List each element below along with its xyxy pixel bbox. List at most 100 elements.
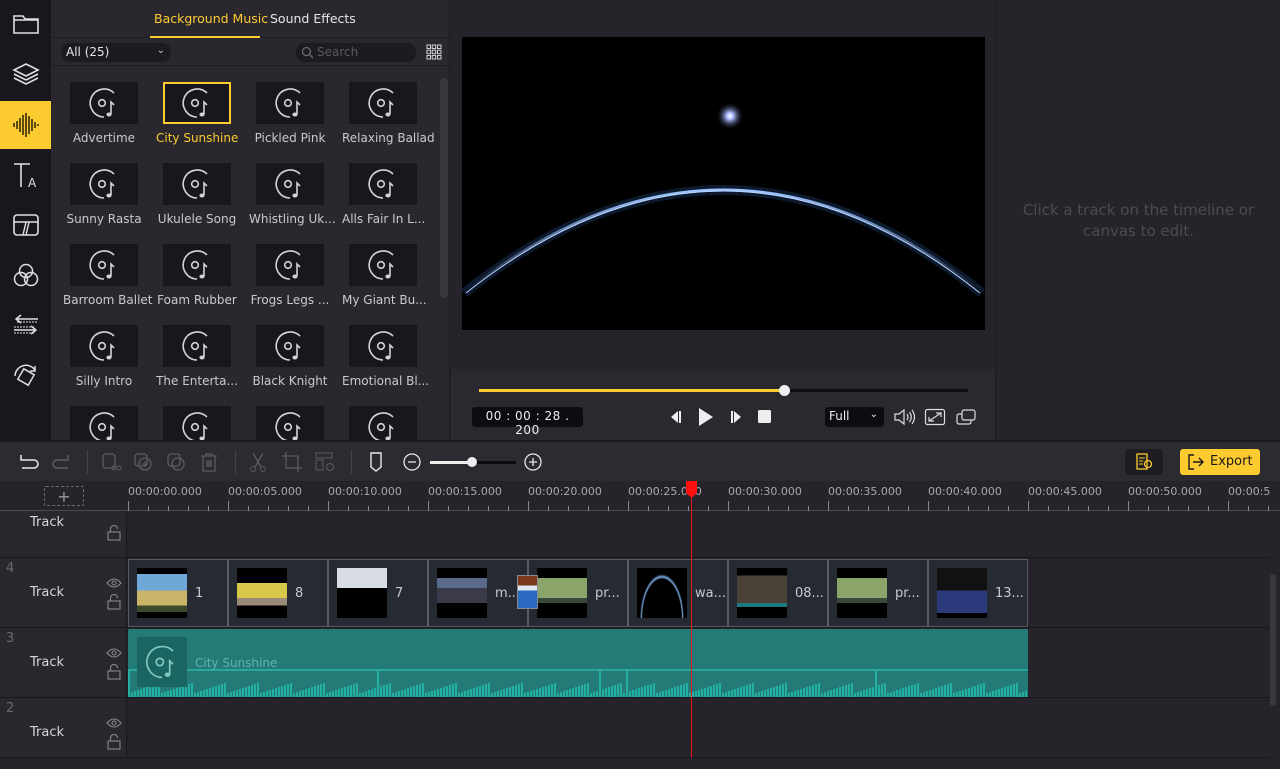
music-item[interactable]: Barroom Ballet [63,244,153,314]
next-frame-icon[interactable] [729,409,743,425]
track-header[interactable]: Track [0,511,127,558]
duplicate-icon[interactable] [132,451,154,473]
video-clip[interactable]: m... [428,559,528,627]
video-clip[interactable]: 08... [728,559,828,627]
track-lane[interactable] [128,698,1270,758]
zoom-in-icon[interactable] [522,451,544,473]
tab-background-music[interactable]: Background Music [154,11,268,26]
video-clip[interactable]: 1 [128,559,228,627]
redo-icon[interactable] [50,451,72,473]
lock-icon[interactable] [107,663,121,684]
music-item[interactable] [156,406,238,440]
clip-settings-icon[interactable] [314,451,336,473]
detach-preview-icon[interactable] [955,408,977,426]
zoom-slider-handle[interactable] [467,457,478,467]
music-item[interactable]: Whistling Uk... [249,163,336,233]
music-item[interactable]: Foam Rubber [156,244,238,314]
music-item[interactable]: Silly Intro [63,325,145,395]
music-item[interactable]: Emotional Bl... [342,325,429,395]
preview-quality-dropdown[interactable]: Full ⌄ [825,407,884,427]
search-input[interactable]: Search [296,43,416,62]
video-clip[interactable]: pr... [528,559,628,627]
export-button[interactable]: Export [1180,449,1260,475]
previous-frame-icon[interactable] [669,409,683,425]
transitions-icon [13,314,38,335]
clip-thumbnail [737,568,787,618]
ruler-tick [228,501,229,511]
track-lane[interactable]: City Sunshine [128,628,1270,698]
split-clip-icon[interactable] [100,451,122,473]
music-disc-icon [89,169,115,199]
music-item[interactable]: My Giant Bu... [342,244,427,314]
grid-view-icon[interactable] [426,44,442,60]
nav-media[interactable] [0,0,51,48]
copy-icon[interactable] [165,451,187,473]
audio-clip-thumbnail [137,637,187,687]
music-item[interactable]: Frogs Legs ... [249,244,331,314]
eye-icon[interactable] [106,643,122,662]
music-disc-icon [89,88,115,118]
nav-overlays[interactable] [0,201,51,249]
music-item[interactable]: Pickled Pink [249,82,331,152]
track-header[interactable]: 4 Track [0,558,127,628]
timeline-zoom-slider[interactable] [430,457,516,467]
music-item[interactable] [342,406,424,440]
music-item[interactable]: Sunny Rasta [63,163,145,233]
transition-marker[interactable] [517,575,538,609]
track-header[interactable]: 2 Track [0,698,127,758]
nav-filters[interactable] [0,251,51,299]
undo-icon[interactable] [17,451,39,473]
music-item[interactable]: The Enterta... [156,325,238,395]
music-item[interactable]: Ukulele Song [156,163,238,233]
music-item[interactable]: Black Knight [249,325,331,395]
track-lane[interactable]: 1 8 7 m... pr... wa... 08... pr... 13... [128,558,1270,628]
nav-text[interactable]: A [0,151,51,199]
library-scrollbar[interactable] [440,78,448,298]
ruler-ticks[interactable]: 00:00:00.000 00:00:05.000 00:00:10.000 00:0… [128,481,1270,511]
lock-icon[interactable] [107,524,121,545]
lock-icon[interactable] [107,593,121,614]
music-item[interactable]: Alls Fair In L... [342,163,425,233]
add-track-button[interactable]: + [44,486,84,506]
track-header[interactable]: 3 Track [0,628,127,698]
stop-icon[interactable] [757,409,772,425]
volume-icon[interactable] [893,408,915,426]
nav-layers[interactable] [0,50,51,98]
seek-bar[interactable] [479,385,968,396]
seek-bar-handle[interactable] [779,385,791,396]
video-clip[interactable]: pr... [828,559,928,627]
tab-sound-effects[interactable]: Sound Effects [270,11,356,26]
export-settings-button[interactable] [1125,449,1163,475]
category-filter-dropdown[interactable]: All (25) ⌄ [61,43,171,62]
video-clip[interactable]: 13... [928,559,1028,627]
timeline-ruler[interactable]: + 00:00:00.000 00:00:05.000 00:00:10.000 00… [0,481,1280,511]
video-canvas[interactable] [462,37,985,330]
music-item[interactable]: Advertime [63,82,145,152]
cut-icon[interactable] [247,451,269,473]
marker-icon[interactable] [365,451,387,473]
music-item[interactable]: Relaxing Ballad [342,82,435,152]
audio-clip[interactable]: City Sunshine [128,629,1028,697]
clip-label: 08... [795,586,824,601]
fullscreen-icon[interactable] [924,408,946,426]
lock-icon[interactable] [107,733,121,754]
nav-transitions[interactable] [0,301,51,349]
track-lane[interactable] [128,511,1270,558]
video-clip[interactable]: wa... [628,559,728,627]
delete-icon[interactable] [198,451,220,473]
eye-icon[interactable] [106,573,122,592]
music-item[interactable] [249,406,331,440]
video-clip[interactable]: 7 [328,559,428,627]
timeline-scrollbar[interactable] [1270,574,1276,706]
music-item[interactable]: City Sunshine [156,82,238,152]
zoom-out-icon[interactable] [401,451,423,473]
nav-elements[interactable] [0,351,51,399]
nav-audio[interactable] [0,101,51,149]
video-clip[interactable]: 8 [228,559,328,627]
music-item[interactable] [63,406,145,440]
crop-icon[interactable] [281,451,303,473]
search-placeholder: Search [317,45,359,59]
music-title: Barroom Ballet [63,293,153,307]
eye-icon[interactable] [106,713,122,732]
play-icon[interactable] [697,406,715,428]
